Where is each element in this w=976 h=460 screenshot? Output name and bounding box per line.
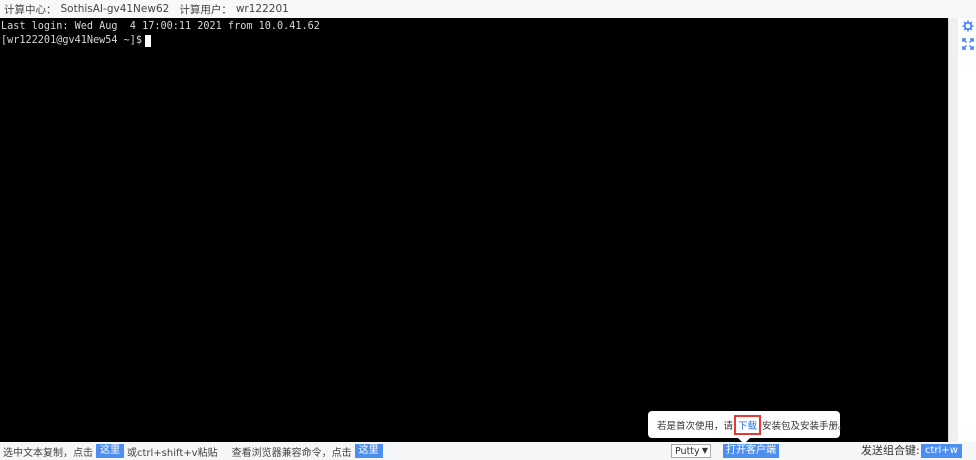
side-toolbar [960,20,976,50]
shell-prompt: [wr122201@gv41New54 ~]$ [1,35,143,46]
gear-icon[interactable] [962,20,974,32]
expand-icon[interactable] [962,38,974,50]
browser-here-button[interactable]: 这里 [354,444,383,458]
tooltip-suffix: 安装包及安装手册。 [762,420,848,432]
client-select[interactable]: Putty ▼ [671,444,711,458]
compute-user-label: 计算用户： [179,3,232,16]
last-login-line: Last login: Wed Aug 4 17:00:11 2021 from… [1,21,320,32]
top-info-bar: 计算中心： SothisAI-gv41New62 计算用户： wr122201 [0,0,976,18]
prompt-line[interactable]: [wr122201@gv41New54 ~]$ [1,34,948,48]
open-client-button[interactable]: 打开客户端 [723,444,779,458]
copy-hint-text: 选中文本复制，点击 [3,447,93,459]
client-select-value: Putty [675,445,700,457]
terminal-screen[interactable]: Last login: Wed Aug 4 17:00:11 2021 from… [0,18,948,442]
terminal-cursor [145,35,152,47]
first-use-tooltip: 若是首次使用，请 下载 安装包及安装手册。 [648,411,848,444]
terminal-scrollbar[interactable] [948,18,958,442]
compute-center-value: SothisAI-gv41New62 [60,3,170,15]
paste-hint-text: 或ctrl+shift+v粘贴 [127,447,218,459]
browser-hint-text: 查看浏览器兼容命令，点击 [231,447,352,459]
chevron-down-icon: ▼ [701,446,708,455]
copy-here-button[interactable]: 这里 [96,444,124,458]
download-link[interactable]: 下载 [734,414,762,435]
compute-center-label: 计算中心： [4,3,57,16]
tooltip-arrow [738,438,750,444]
bottom-toolbar: 选中文本复制，点击 这里 或ctrl+shift+v粘贴 查看浏览器兼容命令，点… [0,442,976,460]
compute-user-value: wr122201 [235,3,289,15]
ctrl-w-button[interactable]: ctrl+w [921,444,962,458]
send-combo-label: 发送组合键: [861,444,920,457]
tooltip-prefix: 若是首次使用，请 [657,420,734,432]
